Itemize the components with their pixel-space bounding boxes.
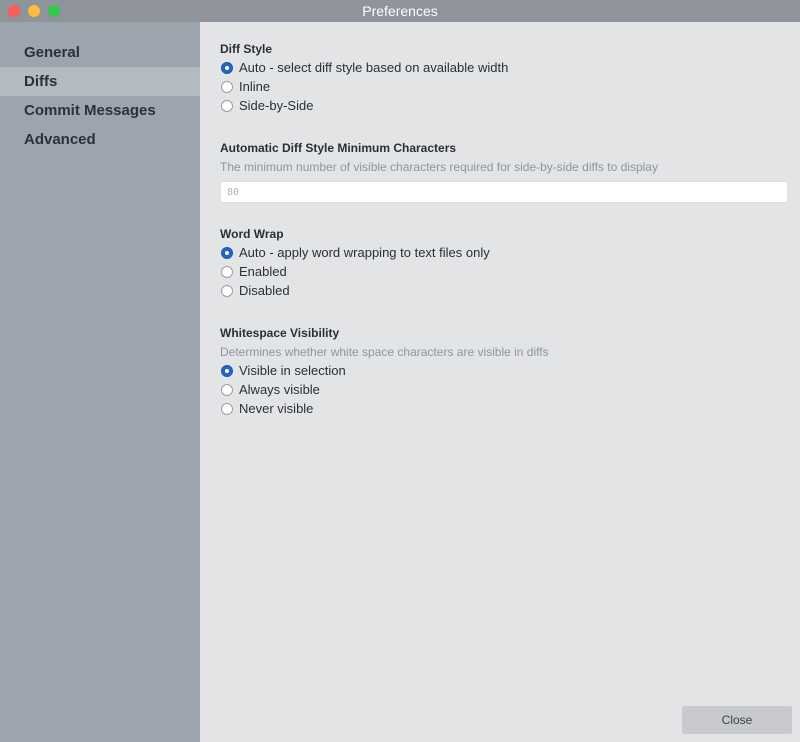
radio-button[interactable]	[221, 80, 233, 93]
sidebar-item-diffs[interactable]: Diffs	[0, 67, 200, 96]
window-minimize-button[interactable]	[28, 5, 40, 17]
diff-style-title: Diff Style	[220, 42, 273, 56]
whitespace-section: Whitespace Visibility Determines whether…	[220, 325, 788, 418]
radio-label: Always visible	[239, 382, 320, 397]
diff-style-option-auto[interactable]: Auto - select diff style based on availa…	[220, 58, 788, 77]
diff-style-option-inline[interactable]: Inline	[220, 77, 788, 96]
radio-button[interactable]	[221, 402, 233, 415]
radio-button[interactable]	[221, 246, 233, 259]
radio-label: Enabled	[239, 264, 287, 279]
title-bar: Preferences	[0, 0, 800, 22]
radio-button[interactable]	[221, 265, 233, 278]
radio-label: Auto - apply word wrapping to text files…	[239, 245, 490, 260]
preferences-content: Diff Style Auto - select diff style base…	[200, 22, 800, 742]
sidebar: General Diffs Commit Messages Advanced	[0, 22, 200, 742]
radio-label: Auto - select diff style based on availa…	[239, 60, 509, 75]
close-button[interactable]: Close	[682, 706, 792, 734]
preferences-window: Preferences General Diffs Commit Message…	[0, 0, 800, 742]
word-wrap-option-auto[interactable]: Auto - apply word wrapping to text files…	[220, 243, 788, 262]
window-close-button[interactable]	[8, 5, 20, 17]
word-wrap-title: Word Wrap	[220, 227, 284, 241]
radio-label: Inline	[239, 79, 271, 94]
window-zoom-button[interactable]	[48, 5, 60, 17]
min-chars-title: Automatic Diff Style Minimum Characters	[220, 141, 457, 155]
min-chars-input[interactable]	[220, 181, 788, 203]
radio-button[interactable]	[221, 61, 233, 74]
whitespace-option-visible-in-selection[interactable]: Visible in selection	[220, 361, 788, 380]
min-chars-description: The minimum number of visible characters…	[220, 160, 658, 174]
radio-label: Never visible	[239, 401, 314, 416]
whitespace-title: Whitespace Visibility	[220, 326, 340, 340]
radio-button[interactable]	[221, 364, 233, 377]
diff-style-option-side-by-side[interactable]: Side-by-Side	[220, 96, 788, 115]
radio-button[interactable]	[221, 99, 233, 112]
radio-label: Visible in selection	[239, 363, 346, 378]
whitespace-description: Determines whether white space character…	[220, 345, 549, 359]
sidebar-item-commit-messages[interactable]: Commit Messages	[0, 96, 200, 125]
radio-button[interactable]	[221, 383, 233, 396]
whitespace-option-always-visible[interactable]: Always visible	[220, 380, 788, 399]
word-wrap-section: Word Wrap Auto - apply word wrapping to …	[220, 226, 788, 300]
sidebar-item-advanced[interactable]: Advanced	[0, 125, 200, 154]
sidebar-item-general[interactable]: General	[0, 38, 200, 67]
whitespace-option-never-visible[interactable]: Never visible	[220, 399, 788, 418]
diff-style-section: Diff Style Auto - select diff style base…	[220, 41, 788, 115]
radio-button[interactable]	[221, 284, 233, 297]
radio-label: Side-by-Side	[239, 98, 314, 113]
radio-label: Disabled	[239, 283, 290, 298]
word-wrap-option-disabled[interactable]: Disabled	[220, 281, 788, 300]
window-title: Preferences	[362, 3, 438, 19]
word-wrap-option-enabled[interactable]: Enabled	[220, 262, 788, 281]
min-chars-section: Automatic Diff Style Minimum Characters …	[220, 140, 788, 203]
